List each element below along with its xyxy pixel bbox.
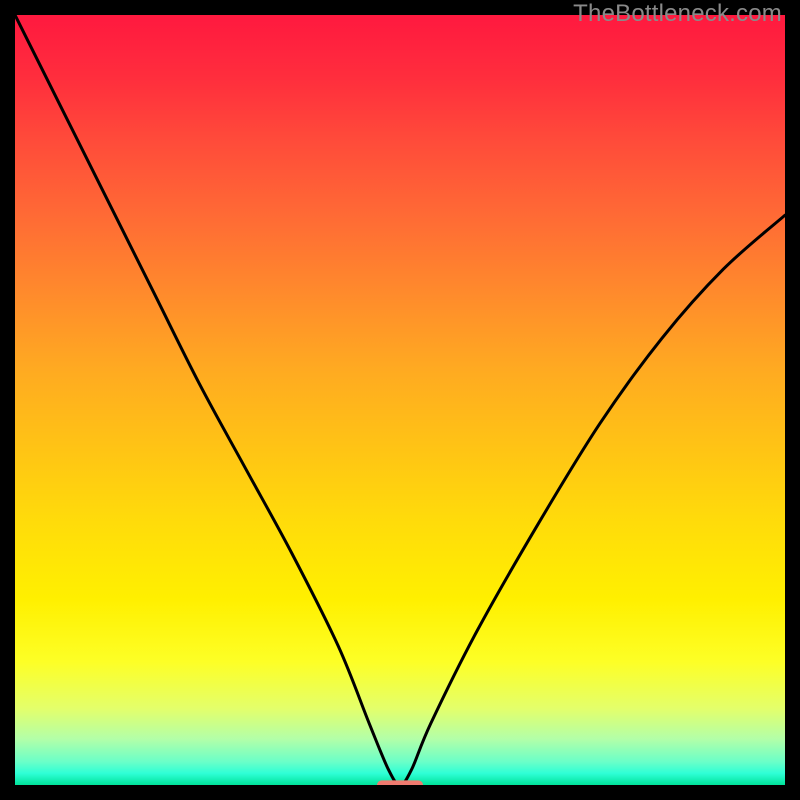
plot-area	[15, 15, 785, 785]
chart-frame: TheBottleneck.com	[0, 0, 800, 800]
optimal-marker	[377, 780, 423, 785]
curve-svg	[15, 15, 785, 785]
bottleneck-curve-path	[15, 15, 785, 785]
watermark-text: TheBottleneck.com	[573, 0, 782, 28]
